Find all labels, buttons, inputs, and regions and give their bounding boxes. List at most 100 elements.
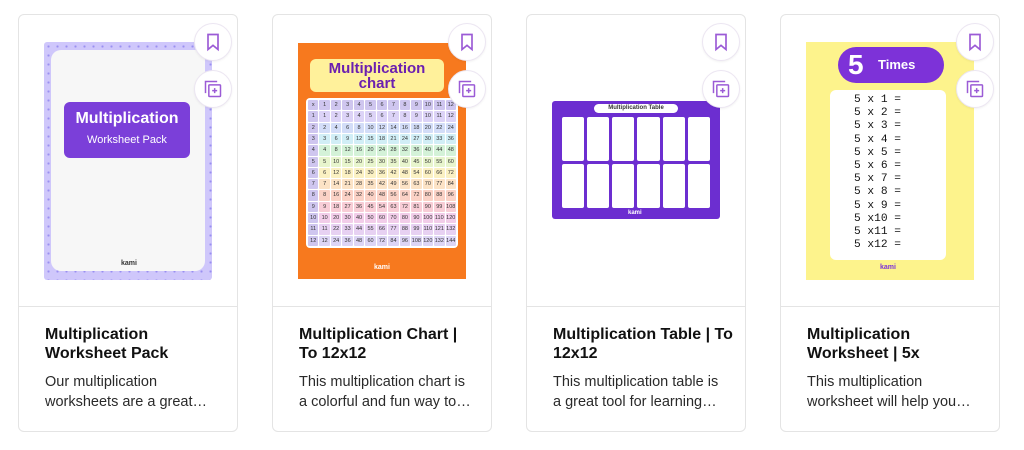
grid-cell: 9 (411, 100, 422, 111)
add-to-collection-button[interactable] (194, 70, 232, 108)
grid-cell: 6 (330, 133, 342, 145)
grid-cell: 12 (319, 235, 330, 246)
grid-cell: 4 (353, 111, 365, 122)
grid-cell: 6 (376, 100, 388, 111)
grid-cell: 3 (308, 133, 319, 145)
grid-cell: 42 (376, 179, 388, 190)
add-to-collection-button[interactable] (956, 70, 994, 108)
bookmark-button[interactable] (448, 23, 486, 61)
times-table-row: 5 x 7 = (854, 173, 901, 186)
grid-cell: 45 (365, 201, 376, 213)
grid-cell: 33 (434, 133, 445, 145)
bookmark-button[interactable] (702, 23, 740, 61)
grid-cell: 16 (330, 190, 342, 201)
card-thumbnail[interactable]: 5 Times Table 5 x 1 =5 x 2 =5 x 3 =5 x 4… (781, 15, 999, 307)
times-table-row: 5 x12 = (854, 239, 901, 252)
times-table-row: 5 x 5 = (854, 146, 901, 159)
grid-cell: 8 (399, 100, 411, 111)
grid-cell: 77 (388, 224, 399, 235)
grid-cell: 3 (342, 111, 353, 122)
times-table-badge: 5 Times Table (838, 47, 944, 108)
add-to-collection-icon (458, 80, 476, 98)
grid-cell: 21 (342, 179, 353, 190)
grid-cell: 132 (445, 224, 456, 235)
grid-cell: 48 (353, 235, 365, 246)
grid-cell: 12 (342, 145, 353, 156)
add-to-collection-button[interactable] (448, 70, 486, 108)
grid-cell: 22 (434, 122, 445, 133)
grid-cell: 42 (388, 167, 399, 179)
card-thumbnail[interactable]: Multiplication Worksheet Pack kami (19, 15, 237, 307)
resource-card[interactable]: 5 Times Table 5 x 1 =5 x 2 =5 x 3 =5 x 4… (780, 14, 1000, 432)
grid-cell: 49 (388, 179, 399, 190)
grid-cell: 27 (411, 133, 422, 145)
grid-cell: 84 (445, 179, 456, 190)
grid-cell: 36 (445, 133, 456, 145)
card-description: This multiplication table is a great too… (553, 374, 719, 410)
grid-cell: 55 (434, 156, 445, 167)
grid-cell: 30 (342, 213, 353, 224)
grid-cell: 28 (388, 145, 399, 156)
times-table-row: 5 x 9 = (854, 199, 901, 212)
grid-cell: 88 (434, 190, 445, 201)
grid-cell: 12 (445, 111, 456, 122)
grid-cell: 20 (422, 122, 434, 133)
card-title[interactable]: Multiplication Chart | To 12x12 (299, 325, 479, 363)
bookmark-button[interactable] (956, 23, 994, 61)
grid-cell: 120 (445, 213, 456, 224)
card-title[interactable]: Multiplication Worksheet | 5x (807, 325, 987, 363)
grid-cell: 35 (388, 156, 399, 167)
grid-cell: 10 (422, 111, 434, 122)
grid-cell: 60 (376, 213, 388, 224)
grid-cell: 36 (376, 167, 388, 179)
resource-card[interactable]: Multiplication Table kami Multiplication… (526, 14, 746, 432)
add-to-collection-button[interactable] (702, 70, 740, 108)
grid-cell: 108 (411, 235, 422, 246)
grid-cell: 60 (445, 156, 456, 167)
resource-card[interactable]: Multiplication Worksheet Pack kami Multi… (18, 14, 238, 432)
grid-cell: 12 (308, 235, 319, 246)
card-thumbnail[interactable]: Multiplication chart x 1 2 3 4 5 6 7 8 9 10 11 12 1 1 2… (273, 15, 491, 307)
grid-cell: 18 (376, 133, 388, 145)
grid-cell: 96 (445, 190, 456, 201)
bookmark-button[interactable] (194, 23, 232, 61)
grid-cell: 30 (422, 133, 434, 145)
add-to-collection-icon (204, 80, 222, 98)
grid-cell: 11 (319, 224, 330, 235)
grid-cell: 10 (365, 122, 376, 133)
grid-cell: 10 (319, 213, 330, 224)
chart-preview: Multiplication chart x 1 2 3 4 5 6 7 8 9 10 11 12 1 1 2… (298, 43, 466, 279)
grid-cell: 10 (308, 213, 319, 224)
brand-logo: kami (880, 264, 896, 271)
grid-cell: 24 (330, 235, 342, 246)
grid-cell: 8 (330, 145, 342, 156)
card-title[interactable]: Multiplication Table | To 12x12 (553, 325, 733, 363)
card-title[interactable]: Multiplication Worksheet Pack (45, 325, 225, 363)
grid-cell: 20 (353, 156, 365, 167)
resource-card[interactable]: Multiplication chart x 1 2 3 4 5 6 7 8 9 10 11 12 1 1 2… (272, 14, 492, 432)
grid-cell: 36 (411, 145, 422, 156)
grid-cell: 36 (353, 201, 365, 213)
add-to-collection-icon (712, 80, 730, 98)
grid-cell: 5 (365, 100, 376, 111)
grid-cell: 3 (342, 100, 353, 111)
grid-cell: 70 (388, 213, 399, 224)
grid-cell: 2 (330, 100, 342, 111)
grid-cell: 20 (330, 213, 342, 224)
grid-cell: 121 (434, 224, 445, 235)
card-thumbnail[interactable]: Multiplication Table kami (527, 15, 745, 307)
bookmark-icon (715, 33, 727, 52)
grid-cell: 48 (376, 190, 388, 201)
grid-cell: 64 (399, 190, 411, 201)
grid-cell: 27 (342, 201, 353, 213)
grid-cell: 24 (342, 190, 353, 201)
grid-cell: 110 (434, 213, 445, 224)
times-table-list: 5 x 1 = 5 x 2 = 5 x 3 = 5 x 4 = 5 x 5 = 5 x 6… (830, 90, 946, 260)
grid-cell: 6 (376, 111, 388, 122)
grid-cell: 60 (365, 235, 376, 246)
grid-cell: 10 (330, 156, 342, 167)
times-table-row: 5 x 2 = (854, 107, 901, 120)
grid-cell: 72 (399, 201, 411, 213)
multiplication-grid: x 1 2 3 4 5 6 7 8 9 10 11 12 1 1 2 3 4 5 6 7 8 9 10 11 12 2 2 4 6 8 10 1… (306, 98, 458, 248)
grid-cell: 80 (422, 190, 434, 201)
